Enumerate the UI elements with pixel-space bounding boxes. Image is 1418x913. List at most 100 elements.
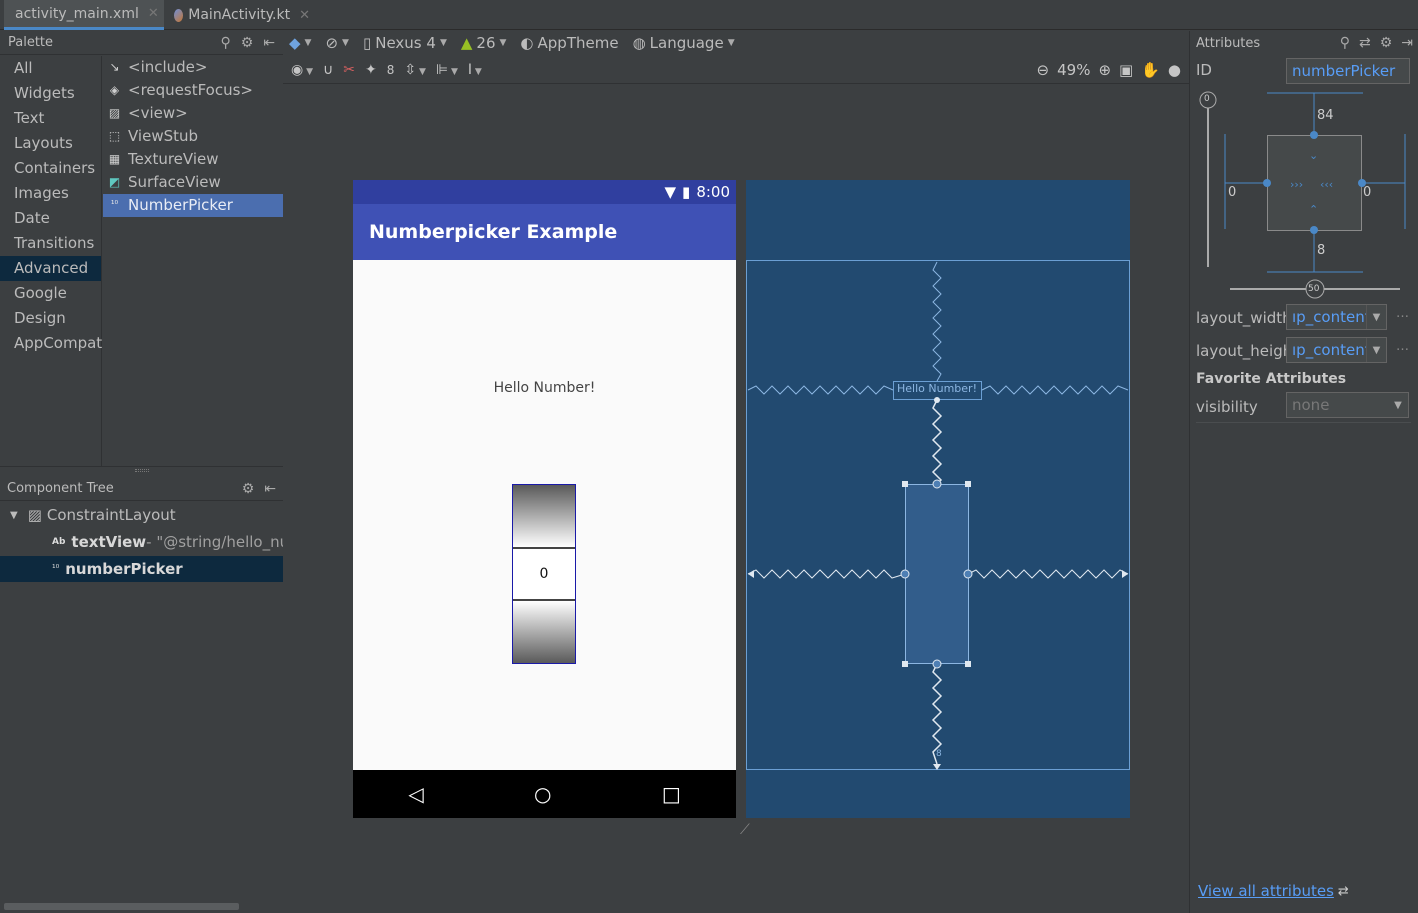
theme-button[interactable]: ◐ AppTheme (520, 34, 618, 52)
svg-text:⌃: ⌃ (1309, 203, 1318, 216)
tree-row-constraintlayout[interactable]: ▼ ▨ ConstraintLayout (0, 502, 283, 528)
eye-icon[interactable]: ◉ ▼ (291, 62, 313, 78)
tree-label: ConstraintLayout (46, 506, 176, 524)
margin-left-value[interactable]: 0 (1228, 185, 1236, 200)
chevron-down-icon[interactable]: ▼ (1366, 338, 1386, 362)
hide-panel-icon[interactable]: ⇤ (264, 481, 276, 497)
language-dropdown[interactable]: ◍ Language ▼ (633, 34, 735, 52)
back-icon[interactable]: ◁ (408, 782, 423, 806)
default-margin-value[interactable]: 8 (387, 63, 395, 77)
more-icon[interactable]: … (1396, 339, 1409, 354)
infer-constraints-icon[interactable]: ✦ (365, 62, 377, 78)
widget-include[interactable]: ↘ <include> (103, 56, 283, 79)
widget-view[interactable]: ▨ <view> (103, 102, 283, 125)
category-layouts[interactable]: Layouts (0, 131, 101, 156)
margin-right-value[interactable]: 0 (1363, 185, 1371, 200)
chevron-down-icon[interactable]: ▼ (1388, 393, 1408, 417)
blueprint-hello-textview[interactable]: Hello Number! (893, 382, 981, 395)
widget-viewstub[interactable]: ⬚ ViewStub (103, 125, 283, 148)
recents-icon[interactable]: □ (662, 782, 681, 806)
device-dropdown[interactable]: ▯ Nexus 4 ▼ (363, 34, 447, 52)
more-icon[interactable]: … (1396, 306, 1409, 321)
align-icon[interactable]: ⊫ ▼ (436, 62, 458, 78)
number-picker[interactable]: 0 (512, 484, 576, 664)
tab-activity-main[interactable]: activity_main.xml ✕ (4, 0, 164, 30)
category-transitions[interactable]: Transitions (0, 231, 101, 256)
app-title: Numberpicker Example (369, 221, 618, 243)
category-all[interactable]: All (0, 56, 101, 81)
layout-width-select[interactable]: ıp_content ▼ (1286, 304, 1387, 330)
design-mode-dropdown[interactable]: ◆ ▼ (289, 34, 311, 52)
favorite-attributes-title: Favorite Attributes (1196, 371, 1347, 387)
gear-icon[interactable]: ⚙ (241, 35, 254, 51)
widget-numberpicker[interactable]: ¹⁰ NumberPicker (103, 194, 283, 217)
tree-label: numberPicker (65, 560, 183, 578)
guidelines-icon[interactable]: Ι ▼ (468, 62, 482, 78)
horizontal-scrollbar[interactable] (4, 903, 239, 910)
category-containers[interactable]: Containers (0, 156, 101, 181)
pan-hand-icon[interactable]: ✋ (1141, 61, 1160, 79)
visibility-select[interactable]: none ▼ (1286, 392, 1409, 418)
viewstub-icon: ⬚ (108, 129, 121, 143)
picker-bottom-wheel[interactable] (513, 599, 575, 663)
swap-icon[interactable]: ⇄ (1338, 884, 1349, 899)
magnet-icon[interactable]: ∪ (323, 62, 333, 78)
panel-splitter[interactable] (0, 466, 283, 476)
search-icon[interactable]: ⚲ (1340, 35, 1350, 51)
hide-panel-icon[interactable]: ⇤ (263, 35, 275, 51)
numberpicker-icon: ¹⁰ (52, 564, 60, 574)
constraint-widget[interactable]: ››› ‹‹‹ ⌄ ⌃ (1190, 89, 1418, 299)
close-icon[interactable]: ✕ (148, 6, 159, 21)
hello-textview[interactable]: Hello Number! (353, 380, 736, 396)
category-advanced[interactable]: Advanced (0, 256, 101, 281)
pack-icon[interactable]: ⇳ ▼ (404, 62, 426, 78)
picker-top-wheel[interactable] (513, 485, 575, 549)
category-google[interactable]: Google (0, 281, 101, 306)
widget-textureview[interactable]: ▦ TextureView (103, 148, 283, 171)
category-date[interactable]: Date (0, 206, 101, 231)
palette-title: Palette (8, 35, 54, 50)
widget-label: NumberPicker (128, 196, 233, 214)
clear-constraints-icon[interactable]: ✂ (343, 62, 355, 78)
rotate-icon: ⊘ (325, 34, 339, 52)
margin-top-value[interactable]: 84 (1317, 108, 1334, 123)
hide-panel-icon[interactable]: ⇥ (1401, 35, 1413, 51)
layout-height-select[interactable]: ıp_content ▼ (1286, 337, 1387, 363)
widget-request-focus[interactable]: ◈ <requestFocus> (103, 79, 283, 102)
warning-icon[interactable]: ● (1168, 61, 1181, 79)
margin-bottom-value[interactable]: 8 (1317, 243, 1325, 258)
resize-handle-icon[interactable]: ⟋ (740, 822, 750, 838)
gear-icon[interactable]: ⚙ (242, 481, 255, 497)
phone-preview[interactable]: ▼ ▮ 8:00 Numberpicker Example Hello Numb… (353, 180, 736, 818)
widget-label: ViewStub (128, 127, 199, 145)
blueprint-view[interactable]: Hello Number! 8 (746, 180, 1130, 818)
gear-icon[interactable]: ⚙ (1380, 35, 1393, 51)
id-field[interactable]: numberPicker (1286, 58, 1410, 84)
chevron-down-icon[interactable]: ▼ (1366, 305, 1386, 329)
api-dropdown[interactable]: ▲ 26 ▼ (461, 34, 507, 52)
zoom-in-icon[interactable]: ⊕ (1098, 61, 1111, 79)
widget-label: <view> (128, 104, 188, 122)
zoom-out-icon[interactable]: ⊖ (1037, 61, 1050, 79)
search-icon[interactable]: ⚲ (220, 35, 230, 51)
tab-main-activity[interactable]: MainActivity.kt ✕ (168, 0, 316, 30)
category-appcompat[interactable]: AppCompat (0, 331, 102, 356)
expand-triangle-icon[interactable]: ▼ (10, 510, 18, 521)
orientation-dropdown[interactable]: ⊘ ▼ (325, 34, 349, 52)
tree-row-textview[interactable]: Ab textView - "@string/hello_num (0, 529, 283, 555)
category-images[interactable]: Images (0, 181, 101, 206)
component-tree-header: Component Tree ⚙ ⇤ (0, 477, 283, 501)
widget-surfaceview[interactable]: ◩ SurfaceView (103, 171, 283, 194)
category-design[interactable]: Design (0, 306, 101, 331)
swap-icon[interactable]: ⇄ (1359, 35, 1371, 51)
category-widgets[interactable]: Widgets (0, 81, 101, 106)
category-text[interactable]: Text (0, 106, 101, 131)
close-icon[interactable]: ✕ (299, 8, 310, 23)
home-icon[interactable]: ○ (534, 782, 551, 806)
zoom-level: 49% (1057, 60, 1091, 79)
tree-row-numberpicker[interactable]: ¹⁰ numberPicker (0, 556, 283, 582)
view-all-attributes-link[interactable]: View all attributes ⇄ (1198, 882, 1349, 900)
theme-label: AppTheme (537, 34, 619, 52)
view-all-label[interactable]: View all attributes (1198, 882, 1334, 900)
zoom-fit-icon[interactable]: ▣ (1119, 61, 1133, 79)
